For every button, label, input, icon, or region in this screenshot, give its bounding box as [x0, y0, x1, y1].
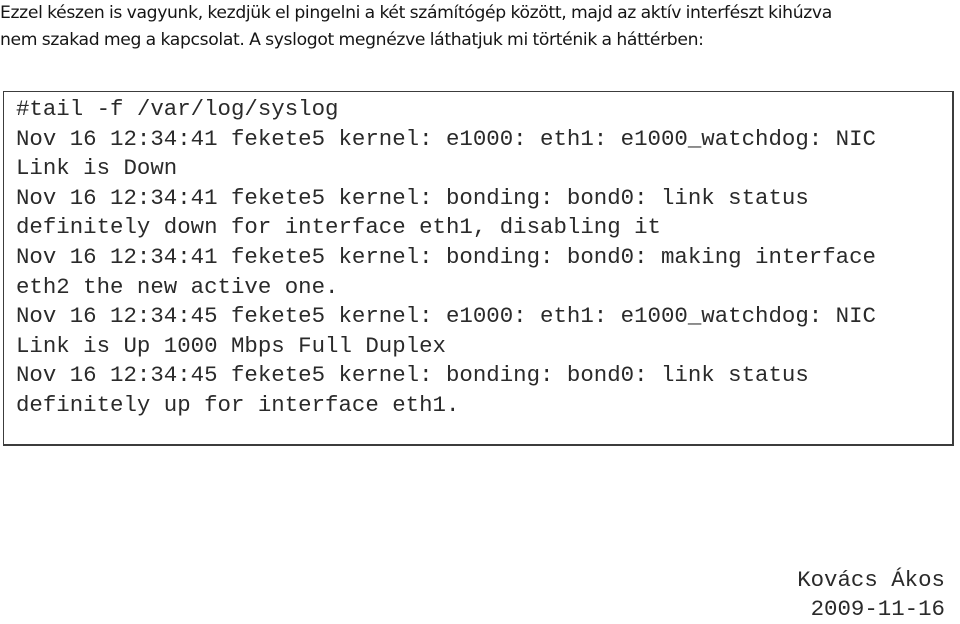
author-name: Kovács Ákos — [797, 567, 945, 593]
log-line: Nov 16 12:34:41 fekete5 kernel: bonding:… — [16, 184, 809, 211]
intro-line: Ezzel készen is vagyunk, kezdjük el ping… — [0, 3, 832, 23]
log-line: definitely up for interface eth1. — [16, 391, 460, 418]
syslog-lines: #tail -f /var/log/syslog Nov 16 12:34:41… — [16, 95, 876, 421]
intro-line: nem szakad meg a kapcsolat. A syslogot m… — [0, 30, 704, 50]
log-line: Link is Down — [16, 155, 178, 182]
document-date: 2009-11-16 — [810, 596, 945, 622]
syslog-output-box: #tail -f /var/log/syslog Nov 16 12:34:41… — [3, 91, 954, 446]
log-line: Nov 16 12:34:41 fekete5 kernel: e1000: e… — [16, 125, 876, 152]
command-line: #tail -f /var/log/syslog — [16, 96, 339, 122]
log-line: Link is Up 1000 Mbps Full Duplex — [16, 332, 446, 359]
log-line: Nov 16 12:34:45 fekete5 kernel: e1000: e… — [16, 303, 876, 330]
intro-paragraph: Ezzel készen is vagyunk, kezdjük el ping… — [0, 0, 955, 54]
log-line: Nov 16 12:34:45 fekete5 kernel: bonding:… — [16, 362, 809, 389]
log-line: definitely down for interface eth1, disa… — [16, 214, 661, 241]
log-line: eth2 the new active one. — [16, 273, 339, 300]
log-line: Nov 16 12:34:41 fekete5 kernel: bonding:… — [16, 243, 876, 270]
signature-block: Kovács Ákos 2009-11-16 — [797, 566, 945, 624]
